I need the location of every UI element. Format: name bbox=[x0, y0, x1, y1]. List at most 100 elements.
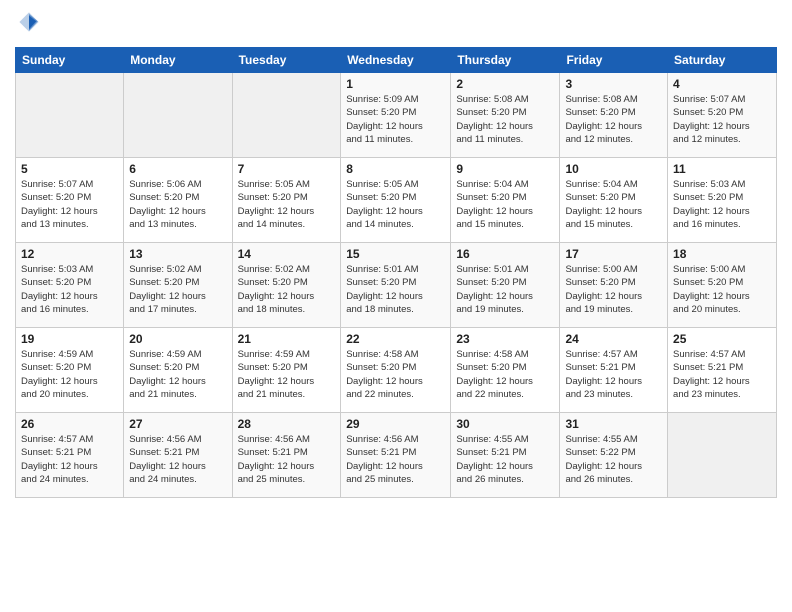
day-number: 20 bbox=[129, 332, 226, 346]
day-number: 5 bbox=[21, 162, 118, 176]
calendar-cell: 31 Sunrise: 4:55 AM Sunset: 5:22 PM Dayli… bbox=[560, 413, 668, 498]
day-info: Sunrise: 4:59 AM Sunset: 5:20 PM Dayligh… bbox=[21, 348, 118, 401]
day-info: Sunrise: 5:05 AM Sunset: 5:20 PM Dayligh… bbox=[346, 178, 445, 231]
day-info: Sunrise: 4:55 AM Sunset: 5:21 PM Dayligh… bbox=[456, 433, 554, 486]
calendar-cell: 20 Sunrise: 4:59 AM Sunset: 5:20 PM Dayli… bbox=[124, 328, 232, 413]
day-info: Sunrise: 5:08 AM Sunset: 5:20 PM Dayligh… bbox=[565, 93, 662, 146]
day-info: Sunrise: 5:02 AM Sunset: 5:20 PM Dayligh… bbox=[129, 263, 226, 316]
day-number: 22 bbox=[346, 332, 445, 346]
day-info: Sunrise: 4:58 AM Sunset: 5:20 PM Dayligh… bbox=[456, 348, 554, 401]
calendar-cell: 19 Sunrise: 4:59 AM Sunset: 5:20 PM Dayli… bbox=[16, 328, 124, 413]
day-number: 1 bbox=[346, 77, 445, 91]
day-number: 23 bbox=[456, 332, 554, 346]
day-info: Sunrise: 5:04 AM Sunset: 5:20 PM Dayligh… bbox=[456, 178, 554, 231]
calendar-cell: 24 Sunrise: 4:57 AM Sunset: 5:21 PM Dayli… bbox=[560, 328, 668, 413]
day-number: 26 bbox=[21, 417, 118, 431]
calendar-cell: 6Sunrise: 5:06 AM Sunset: 5:20 PM Daylig… bbox=[124, 158, 232, 243]
day-info: Sunrise: 5:09 AM Sunset: 5:20 PM Dayligh… bbox=[346, 93, 445, 146]
calendar-day-header: Sunday bbox=[16, 48, 124, 73]
logo bbox=[15, 10, 41, 39]
calendar-cell: 3Sunrise: 5:08 AM Sunset: 5:20 PM Daylig… bbox=[560, 73, 668, 158]
day-number: 29 bbox=[346, 417, 445, 431]
day-number: 14 bbox=[238, 247, 336, 261]
day-info: Sunrise: 4:59 AM Sunset: 5:20 PM Dayligh… bbox=[238, 348, 336, 401]
day-number: 30 bbox=[456, 417, 554, 431]
calendar-cell: 9 Sunrise: 5:04 AM Sunset: 5:20 PM Daylig… bbox=[451, 158, 560, 243]
day-info: Sunrise: 5:06 AM Sunset: 5:20 PM Dayligh… bbox=[129, 178, 226, 231]
calendar-cell: 7 Sunrise: 5:05 AM Sunset: 5:20 PM Daylig… bbox=[232, 158, 341, 243]
day-number: 31 bbox=[565, 417, 662, 431]
day-number: 13 bbox=[129, 247, 226, 261]
day-number: 11 bbox=[673, 162, 771, 176]
day-info: Sunrise: 5:01 AM Sunset: 5:20 PM Dayligh… bbox=[456, 263, 554, 316]
day-number: 19 bbox=[21, 332, 118, 346]
calendar-cell: 27 Sunrise: 4:56 AM Sunset: 5:21 PM Dayli… bbox=[124, 413, 232, 498]
day-info: Sunrise: 5:02 AM Sunset: 5:20 PM Dayligh… bbox=[238, 263, 336, 316]
day-info: Sunrise: 4:56 AM Sunset: 5:21 PM Dayligh… bbox=[129, 433, 226, 486]
day-info: Sunrise: 4:57 AM Sunset: 5:21 PM Dayligh… bbox=[565, 348, 662, 401]
calendar-week-row: 12Sunrise: 5:03 AM Sunset: 5:20 PM Dayli… bbox=[16, 243, 777, 328]
calendar-cell bbox=[232, 73, 341, 158]
calendar-cell: 1 Sunrise: 5:09 AM Sunset: 5:20 PM Daylig… bbox=[341, 73, 451, 158]
day-info: Sunrise: 5:05 AM Sunset: 5:20 PM Dayligh… bbox=[238, 178, 336, 231]
calendar-cell: 29 Sunrise: 4:56 AM Sunset: 5:21 PM Dayli… bbox=[341, 413, 451, 498]
calendar-cell: 16 Sunrise: 5:01 AM Sunset: 5:20 PM Dayli… bbox=[451, 243, 560, 328]
day-number: 18 bbox=[673, 247, 771, 261]
day-info: Sunrise: 5:03 AM Sunset: 5:20 PM Dayligh… bbox=[673, 178, 771, 231]
calendar-day-header: Thursday bbox=[451, 48, 560, 73]
day-number: 16 bbox=[456, 247, 554, 261]
calendar-cell: 18 Sunrise: 5:00 AM Sunset: 5:20 PM Dayli… bbox=[668, 243, 777, 328]
calendar-day-header: Monday bbox=[124, 48, 232, 73]
day-info: Sunrise: 4:58 AM Sunset: 5:20 PM Dayligh… bbox=[346, 348, 445, 401]
day-info: Sunrise: 4:57 AM Sunset: 5:21 PM Dayligh… bbox=[673, 348, 771, 401]
day-info: Sunrise: 5:01 AM Sunset: 5:20 PM Dayligh… bbox=[346, 263, 445, 316]
calendar-week-row: 1 Sunrise: 5:09 AM Sunset: 5:20 PM Daylig… bbox=[16, 73, 777, 158]
calendar-cell: 10 Sunrise: 5:04 AM Sunset: 5:20 PM Dayli… bbox=[560, 158, 668, 243]
calendar-cell: 13 Sunrise: 5:02 AM Sunset: 5:20 PM Dayli… bbox=[124, 243, 232, 328]
calendar-cell: 15 Sunrise: 5:01 AM Sunset: 5:20 PM Dayli… bbox=[341, 243, 451, 328]
calendar-day-header: Saturday bbox=[668, 48, 777, 73]
calendar-cell: 2Sunrise: 5:08 AM Sunset: 5:20 PM Daylig… bbox=[451, 73, 560, 158]
calendar-week-row: 19 Sunrise: 4:59 AM Sunset: 5:20 PM Dayli… bbox=[16, 328, 777, 413]
calendar-cell bbox=[668, 413, 777, 498]
calendar-cell bbox=[16, 73, 124, 158]
day-number: 24 bbox=[565, 332, 662, 346]
calendar-cell: 23 Sunrise: 4:58 AM Sunset: 5:20 PM Dayli… bbox=[451, 328, 560, 413]
day-info: Sunrise: 4:57 AM Sunset: 5:21 PM Dayligh… bbox=[21, 433, 118, 486]
calendar-cell: 26 Sunrise: 4:57 AM Sunset: 5:21 PM Dayli… bbox=[16, 413, 124, 498]
day-number: 9 bbox=[456, 162, 554, 176]
day-number: 4 bbox=[673, 77, 771, 91]
day-number: 27 bbox=[129, 417, 226, 431]
calendar-cell: 25 Sunrise: 4:57 AM Sunset: 5:21 PM Dayli… bbox=[668, 328, 777, 413]
calendar-day-header: Friday bbox=[560, 48, 668, 73]
day-info: Sunrise: 5:03 AM Sunset: 5:20 PM Dayligh… bbox=[21, 263, 118, 316]
day-number: 28 bbox=[238, 417, 336, 431]
logo-icon bbox=[17, 10, 41, 34]
calendar-cell: 4 Sunrise: 5:07 AM Sunset: 5:20 PM Daylig… bbox=[668, 73, 777, 158]
day-number: 21 bbox=[238, 332, 336, 346]
header bbox=[15, 10, 777, 39]
day-info: Sunrise: 5:04 AM Sunset: 5:20 PM Dayligh… bbox=[565, 178, 662, 231]
day-info: Sunrise: 4:56 AM Sunset: 5:21 PM Dayligh… bbox=[346, 433, 445, 486]
day-info: Sunrise: 4:59 AM Sunset: 5:20 PM Dayligh… bbox=[129, 348, 226, 401]
calendar-day-header: Wednesday bbox=[341, 48, 451, 73]
day-info: Sunrise: 5:07 AM Sunset: 5:20 PM Dayligh… bbox=[673, 93, 771, 146]
day-number: 8 bbox=[346, 162, 445, 176]
day-number: 25 bbox=[673, 332, 771, 346]
calendar-cell: 11 Sunrise: 5:03 AM Sunset: 5:20 PM Dayli… bbox=[668, 158, 777, 243]
calendar-week-row: 26 Sunrise: 4:57 AM Sunset: 5:21 PM Dayli… bbox=[16, 413, 777, 498]
calendar-cell: 30 Sunrise: 4:55 AM Sunset: 5:21 PM Dayli… bbox=[451, 413, 560, 498]
day-number: 15 bbox=[346, 247, 445, 261]
day-number: 17 bbox=[565, 247, 662, 261]
day-number: 10 bbox=[565, 162, 662, 176]
day-number: 7 bbox=[238, 162, 336, 176]
day-info: Sunrise: 5:07 AM Sunset: 5:20 PM Dayligh… bbox=[21, 178, 118, 231]
calendar-cell: 5 Sunrise: 5:07 AM Sunset: 5:20 PM Daylig… bbox=[16, 158, 124, 243]
calendar-week-row: 5 Sunrise: 5:07 AM Sunset: 5:20 PM Daylig… bbox=[16, 158, 777, 243]
day-info: Sunrise: 5:08 AM Sunset: 5:20 PM Dayligh… bbox=[456, 93, 554, 146]
day-info: Sunrise: 4:56 AM Sunset: 5:21 PM Dayligh… bbox=[238, 433, 336, 486]
calendar-cell: 14 Sunrise: 5:02 AM Sunset: 5:20 PM Dayli… bbox=[232, 243, 341, 328]
calendar-cell: 12Sunrise: 5:03 AM Sunset: 5:20 PM Dayli… bbox=[16, 243, 124, 328]
day-info: Sunrise: 4:55 AM Sunset: 5:22 PM Dayligh… bbox=[565, 433, 662, 486]
day-info: Sunrise: 5:00 AM Sunset: 5:20 PM Dayligh… bbox=[673, 263, 771, 316]
